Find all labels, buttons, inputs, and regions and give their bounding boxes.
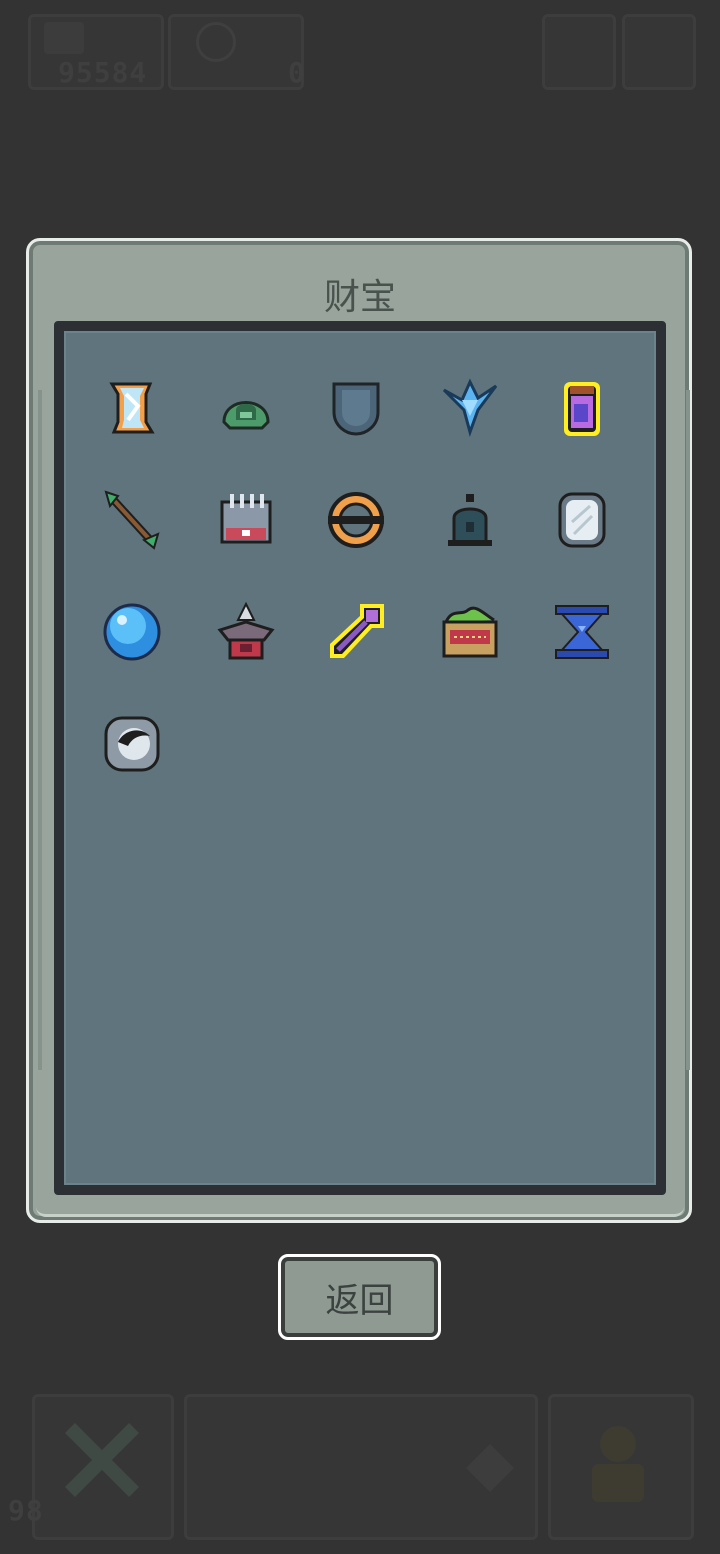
hero-silhouette-icon — [582, 1420, 654, 1504]
treasure-item-steel-shield[interactable] — [318, 370, 394, 446]
panel-bottom-trim — [36, 1196, 684, 1217]
level-indicator: 98 — [8, 1494, 44, 1527]
crossed-swords-icon — [62, 1420, 142, 1500]
anchor-icon — [196, 22, 236, 62]
treasure-item-hourglass[interactable] — [544, 594, 620, 670]
back-button-label: 返回 — [325, 1280, 394, 1321]
spiked-gauntlet-icon — [220, 494, 272, 544]
treasure-item-eye-stone[interactable] — [94, 706, 170, 782]
potion-jar-icon — [564, 382, 600, 436]
refresh-icon — [462, 1440, 518, 1496]
crossbow-turret-icon — [217, 601, 275, 660]
orange-ring-icon — [328, 492, 384, 548]
magic-key-icon — [330, 604, 384, 658]
silver-mirror-icon — [558, 492, 606, 548]
treasure-item-ice-crystal[interactable] — [432, 370, 508, 446]
treasure-item-orange-ring[interactable] — [318, 482, 394, 558]
gem-amount: 0 — [288, 56, 306, 89]
hud-button-left[interactable] — [542, 14, 616, 90]
treasure-item-crossbow-turret[interactable] — [208, 594, 284, 670]
back-button[interactable]: 返回 — [278, 1254, 441, 1340]
green-arrow-icon — [104, 490, 160, 550]
treasure-item-potion-jar[interactable] — [544, 370, 620, 446]
hud-button-right[interactable] — [622, 14, 696, 90]
hourglass-icon — [555, 605, 609, 659]
treasure-item-ice-scroll[interactable] — [94, 370, 170, 446]
treasure-item-green-helmet[interactable] — [208, 370, 284, 446]
coin-stack-icon — [44, 22, 84, 54]
treasure-item-silver-mirror[interactable] — [544, 482, 620, 558]
treasure-item-spiked-gauntlet[interactable] — [208, 482, 284, 558]
treasure-item-dark-bell[interactable] — [432, 482, 508, 558]
treasure-item-blue-orb[interactable] — [94, 594, 170, 670]
steel-shield-icon — [332, 382, 380, 436]
ice-scroll-icon — [109, 382, 155, 434]
green-helmet-icon — [222, 401, 270, 430]
eye-stone-icon — [104, 716, 160, 772]
gold-amount: 95584 — [58, 56, 148, 89]
dark-bell-icon — [448, 494, 492, 546]
treasure-item-herb-chest[interactable] — [432, 594, 508, 670]
herb-chest-icon — [442, 606, 498, 658]
blue-orb-icon — [103, 603, 161, 661]
ice-crystal-icon — [442, 378, 498, 437]
treasure-item-magic-key[interactable] — [318, 594, 394, 670]
gem-counter — [168, 14, 304, 90]
panel-title: 财宝 — [323, 277, 396, 318]
treasure-item-green-arrow[interactable] — [94, 482, 170, 558]
